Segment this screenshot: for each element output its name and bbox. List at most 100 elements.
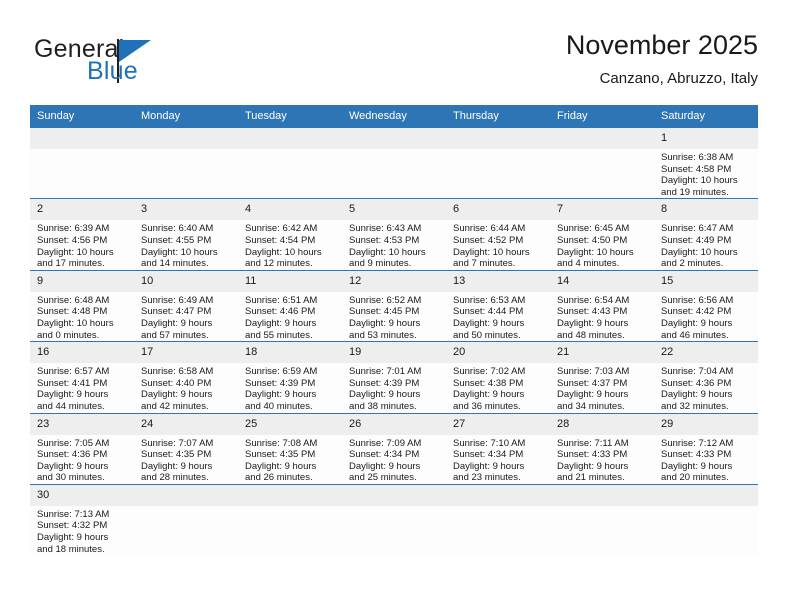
day-sun-info: Sunrise: 6:56 AM Sunset: 4:42 PM Daylight:… [654, 292, 758, 341]
day-sun-info: Sunrise: 6:48 AM Sunset: 4:48 PM Daylight:… [30, 292, 134, 341]
daylight-text-line1: Daylight: 10 hours [557, 246, 634, 258]
calendar-day-cell[interactable]: 23 Sunrise: 7:05 AM Sunset: 4:36 PM Dayligh… [30, 412, 134, 485]
calendar-day-cell[interactable]: 2 Sunrise: 6:39 AM Sunset: 4:56 PM Daylight… [30, 198, 134, 271]
day-number: 7 [550, 199, 654, 221]
weekday-header-thursday: Thursday [446, 105, 550, 128]
day-sun-info: Sunrise: 7:03 AM Sunset: 4:37 PM Daylight:… [550, 363, 654, 412]
sunset-text: Sunset: 4:49 PM [661, 234, 732, 246]
daylight-text-line1: Daylight: 9 hours [453, 317, 525, 329]
day-number: 14 [550, 270, 654, 292]
daylight-text-line2: and 2 minutes. [661, 258, 724, 270]
calendar-day-cell[interactable]: 4 Sunrise: 6:42 AM Sunset: 4:54 PM Daylight… [238, 198, 342, 271]
daylight-text-line2: and 48 minutes. [557, 329, 625, 341]
day-sun-info: Sunrise: 6:42 AM Sunset: 4:54 PM Daylight:… [238, 220, 342, 269]
day-sun-info: Sunrise: 6:49 AM Sunset: 4:47 PM Daylight:… [134, 292, 238, 341]
calendar-day-cell[interactable]: 22 Sunrise: 7:04 AM Sunset: 4:36 PM Dayligh… [654, 341, 758, 413]
calendar-day-cell[interactable]: 17 Sunrise: 6:58 AM Sunset: 4:40 PM Dayligh… [134, 341, 238, 413]
daylight-text-line1: Daylight: 9 hours [37, 532, 109, 544]
calendar-body: 1 Sunrise: 6:38 AM Sunset: 4:58 PM Daylight… [30, 128, 758, 556]
day-number [238, 484, 342, 506]
daylight-text-line1: Daylight: 10 hours [37, 317, 114, 329]
calendar-day-cell-empty [654, 483, 758, 556]
calendar-day-cell[interactable]: 8 Sunrise: 6:47 AM Sunset: 4:49 PM Daylight… [654, 198, 758, 271]
daylight-text-line1: Daylight: 9 hours [141, 389, 213, 401]
calendar-day-cell[interactable]: 30 Sunrise: 7:13 AM Sunset: 4:32 PM Dayligh… [30, 483, 134, 556]
calendar-day-cell-empty [550, 128, 654, 199]
sunset-text: Sunset: 4:41 PM [37, 377, 108, 389]
calendar-day-cell-empty [342, 483, 446, 556]
day-number: 5 [342, 199, 446, 221]
day-number: 21 [550, 342, 654, 364]
daylight-text-line1: Daylight: 9 hours [349, 389, 421, 401]
calendar-day-cell-empty [134, 483, 238, 556]
sunrise-text: Sunrise: 6:53 AM [453, 294, 526, 306]
general-blue-logo[interactable]: General Blue [34, 36, 234, 92]
calendar-day-cell-empty [342, 128, 446, 199]
day-sun-info: Sunrise: 6:44 AM Sunset: 4:52 PM Daylight:… [446, 220, 550, 269]
calendar-day-cell[interactable]: 15 Sunrise: 6:56 AM Sunset: 4:42 PM Dayligh… [654, 269, 758, 342]
daylight-text-line2: and 4 minutes. [557, 258, 620, 270]
calendar-day-cell[interactable]: 7 Sunrise: 6:45 AM Sunset: 4:50 PM Daylight… [550, 198, 654, 271]
calendar-day-cell[interactable]: 18 Sunrise: 6:59 AM Sunset: 4:39 PM Dayligh… [238, 341, 342, 413]
calendar-day-cell[interactable]: 28 Sunrise: 7:11 AM Sunset: 4:33 PM Dayligh… [550, 412, 654, 485]
daylight-text-line2: and 20 minutes. [661, 472, 729, 484]
calendar-day-cell[interactable]: 27 Sunrise: 7:10 AM Sunset: 4:34 PM Dayligh… [446, 412, 550, 485]
calendar-day-cell[interactable]: 13 Sunrise: 6:53 AM Sunset: 4:44 PM Dayligh… [446, 269, 550, 342]
daylight-text-line1: Daylight: 10 hours [349, 246, 426, 258]
page-title: November 2025 [565, 30, 758, 60]
day-sun-info: Sunrise: 6:51 AM Sunset: 4:46 PM Daylight:… [238, 292, 342, 341]
sunrise-text: Sunrise: 7:13 AM [37, 508, 110, 520]
sunrise-text: Sunrise: 6:43 AM [349, 223, 422, 235]
calendar-day-cell[interactable]: 1 Sunrise: 6:38 AM Sunset: 4:58 PM Daylight… [654, 128, 758, 199]
day-number: 26 [342, 413, 446, 435]
daylight-text-line2: and 53 minutes. [349, 329, 417, 341]
sunset-text: Sunset: 4:47 PM [141, 306, 212, 318]
calendar-week-row: 1 Sunrise: 6:38 AM Sunset: 4:58 PM Daylight… [30, 128, 758, 199]
day-sun-info: Sunrise: 7:05 AM Sunset: 4:36 PM Daylight:… [30, 435, 134, 484]
daylight-text-line1: Daylight: 10 hours [661, 246, 738, 258]
calendar-day-cell[interactable]: 24 Sunrise: 7:07 AM Sunset: 4:35 PM Dayligh… [134, 412, 238, 485]
day-number [134, 128, 238, 149]
sunset-text: Sunset: 4:55 PM [141, 234, 212, 246]
day-number: 17 [134, 342, 238, 364]
calendar-day-cell[interactable]: 21 Sunrise: 7:03 AM Sunset: 4:37 PM Dayligh… [550, 341, 654, 413]
calendar-day-cell[interactable]: 11 Sunrise: 6:51 AM Sunset: 4:46 PM Dayligh… [238, 269, 342, 342]
sunset-text: Sunset: 4:34 PM [453, 449, 524, 461]
day-number: 18 [238, 342, 342, 364]
daylight-text-line2: and 50 minutes. [453, 329, 521, 341]
calendar-day-cell[interactable]: 20 Sunrise: 7:02 AM Sunset: 4:38 PM Dayligh… [446, 341, 550, 413]
calendar-day-cell[interactable]: 12 Sunrise: 6:52 AM Sunset: 4:45 PM Dayligh… [342, 269, 446, 342]
calendar-day-cell[interactable]: 10 Sunrise: 6:49 AM Sunset: 4:47 PM Dayligh… [134, 269, 238, 342]
calendar-day-cell[interactable]: 26 Sunrise: 7:09 AM Sunset: 4:34 PM Dayligh… [342, 412, 446, 485]
day-number: 19 [342, 342, 446, 364]
sunrise-text: Sunrise: 6:49 AM [141, 294, 214, 306]
calendar-day-cell[interactable]: 3 Sunrise: 6:40 AM Sunset: 4:55 PM Daylight… [134, 198, 238, 271]
calendar-day-cell[interactable]: 9 Sunrise: 6:48 AM Sunset: 4:48 PM Daylight… [30, 269, 134, 342]
calendar-day-cell[interactable]: 16 Sunrise: 6:57 AM Sunset: 4:41 PM Dayligh… [30, 341, 134, 413]
daylight-text-line2: and 34 minutes. [557, 400, 625, 412]
sunrise-text: Sunrise: 6:48 AM [37, 294, 110, 306]
sunset-text: Sunset: 4:40 PM [141, 377, 212, 389]
calendar-day-cell[interactable]: 25 Sunrise: 7:08 AM Sunset: 4:35 PM Dayligh… [238, 412, 342, 485]
sunrise-text: Sunrise: 6:39 AM [37, 223, 110, 235]
calendar-day-cell[interactable]: 6 Sunrise: 6:44 AM Sunset: 4:52 PM Daylight… [446, 198, 550, 271]
daylight-text-line2: and 55 minutes. [245, 329, 313, 341]
sunrise-text: Sunrise: 6:58 AM [141, 366, 214, 378]
day-number: 25 [238, 413, 342, 435]
daylight-text-line2: and 28 minutes. [141, 472, 209, 484]
sunrise-text: Sunrise: 7:05 AM [37, 437, 110, 449]
day-sun-info: Sunrise: 7:07 AM Sunset: 4:35 PM Daylight:… [134, 435, 238, 484]
sunset-text: Sunset: 4:35 PM [141, 449, 212, 461]
daylight-text-line1: Daylight: 10 hours [453, 246, 530, 258]
day-sun-info: Sunrise: 6:53 AM Sunset: 4:44 PM Daylight:… [446, 292, 550, 341]
calendar-day-cell-empty [550, 483, 654, 556]
daylight-text-line1: Daylight: 9 hours [453, 389, 525, 401]
calendar-day-cell[interactable]: 14 Sunrise: 6:54 AM Sunset: 4:43 PM Dayligh… [550, 269, 654, 342]
day-number: 2 [30, 199, 134, 221]
calendar-day-cell[interactable]: 29 Sunrise: 7:12 AM Sunset: 4:33 PM Dayligh… [654, 412, 758, 485]
sunset-text: Sunset: 4:52 PM [453, 234, 524, 246]
calendar-day-cell[interactable]: 19 Sunrise: 7:01 AM Sunset: 4:39 PM Dayligh… [342, 341, 446, 413]
day-number: 30 [30, 484, 134, 506]
page-header: General Blue November 2025 Canzano, Abru… [34, 28, 758, 98]
calendar-day-cell[interactable]: 5 Sunrise: 6:43 AM Sunset: 4:53 PM Daylight… [342, 198, 446, 271]
